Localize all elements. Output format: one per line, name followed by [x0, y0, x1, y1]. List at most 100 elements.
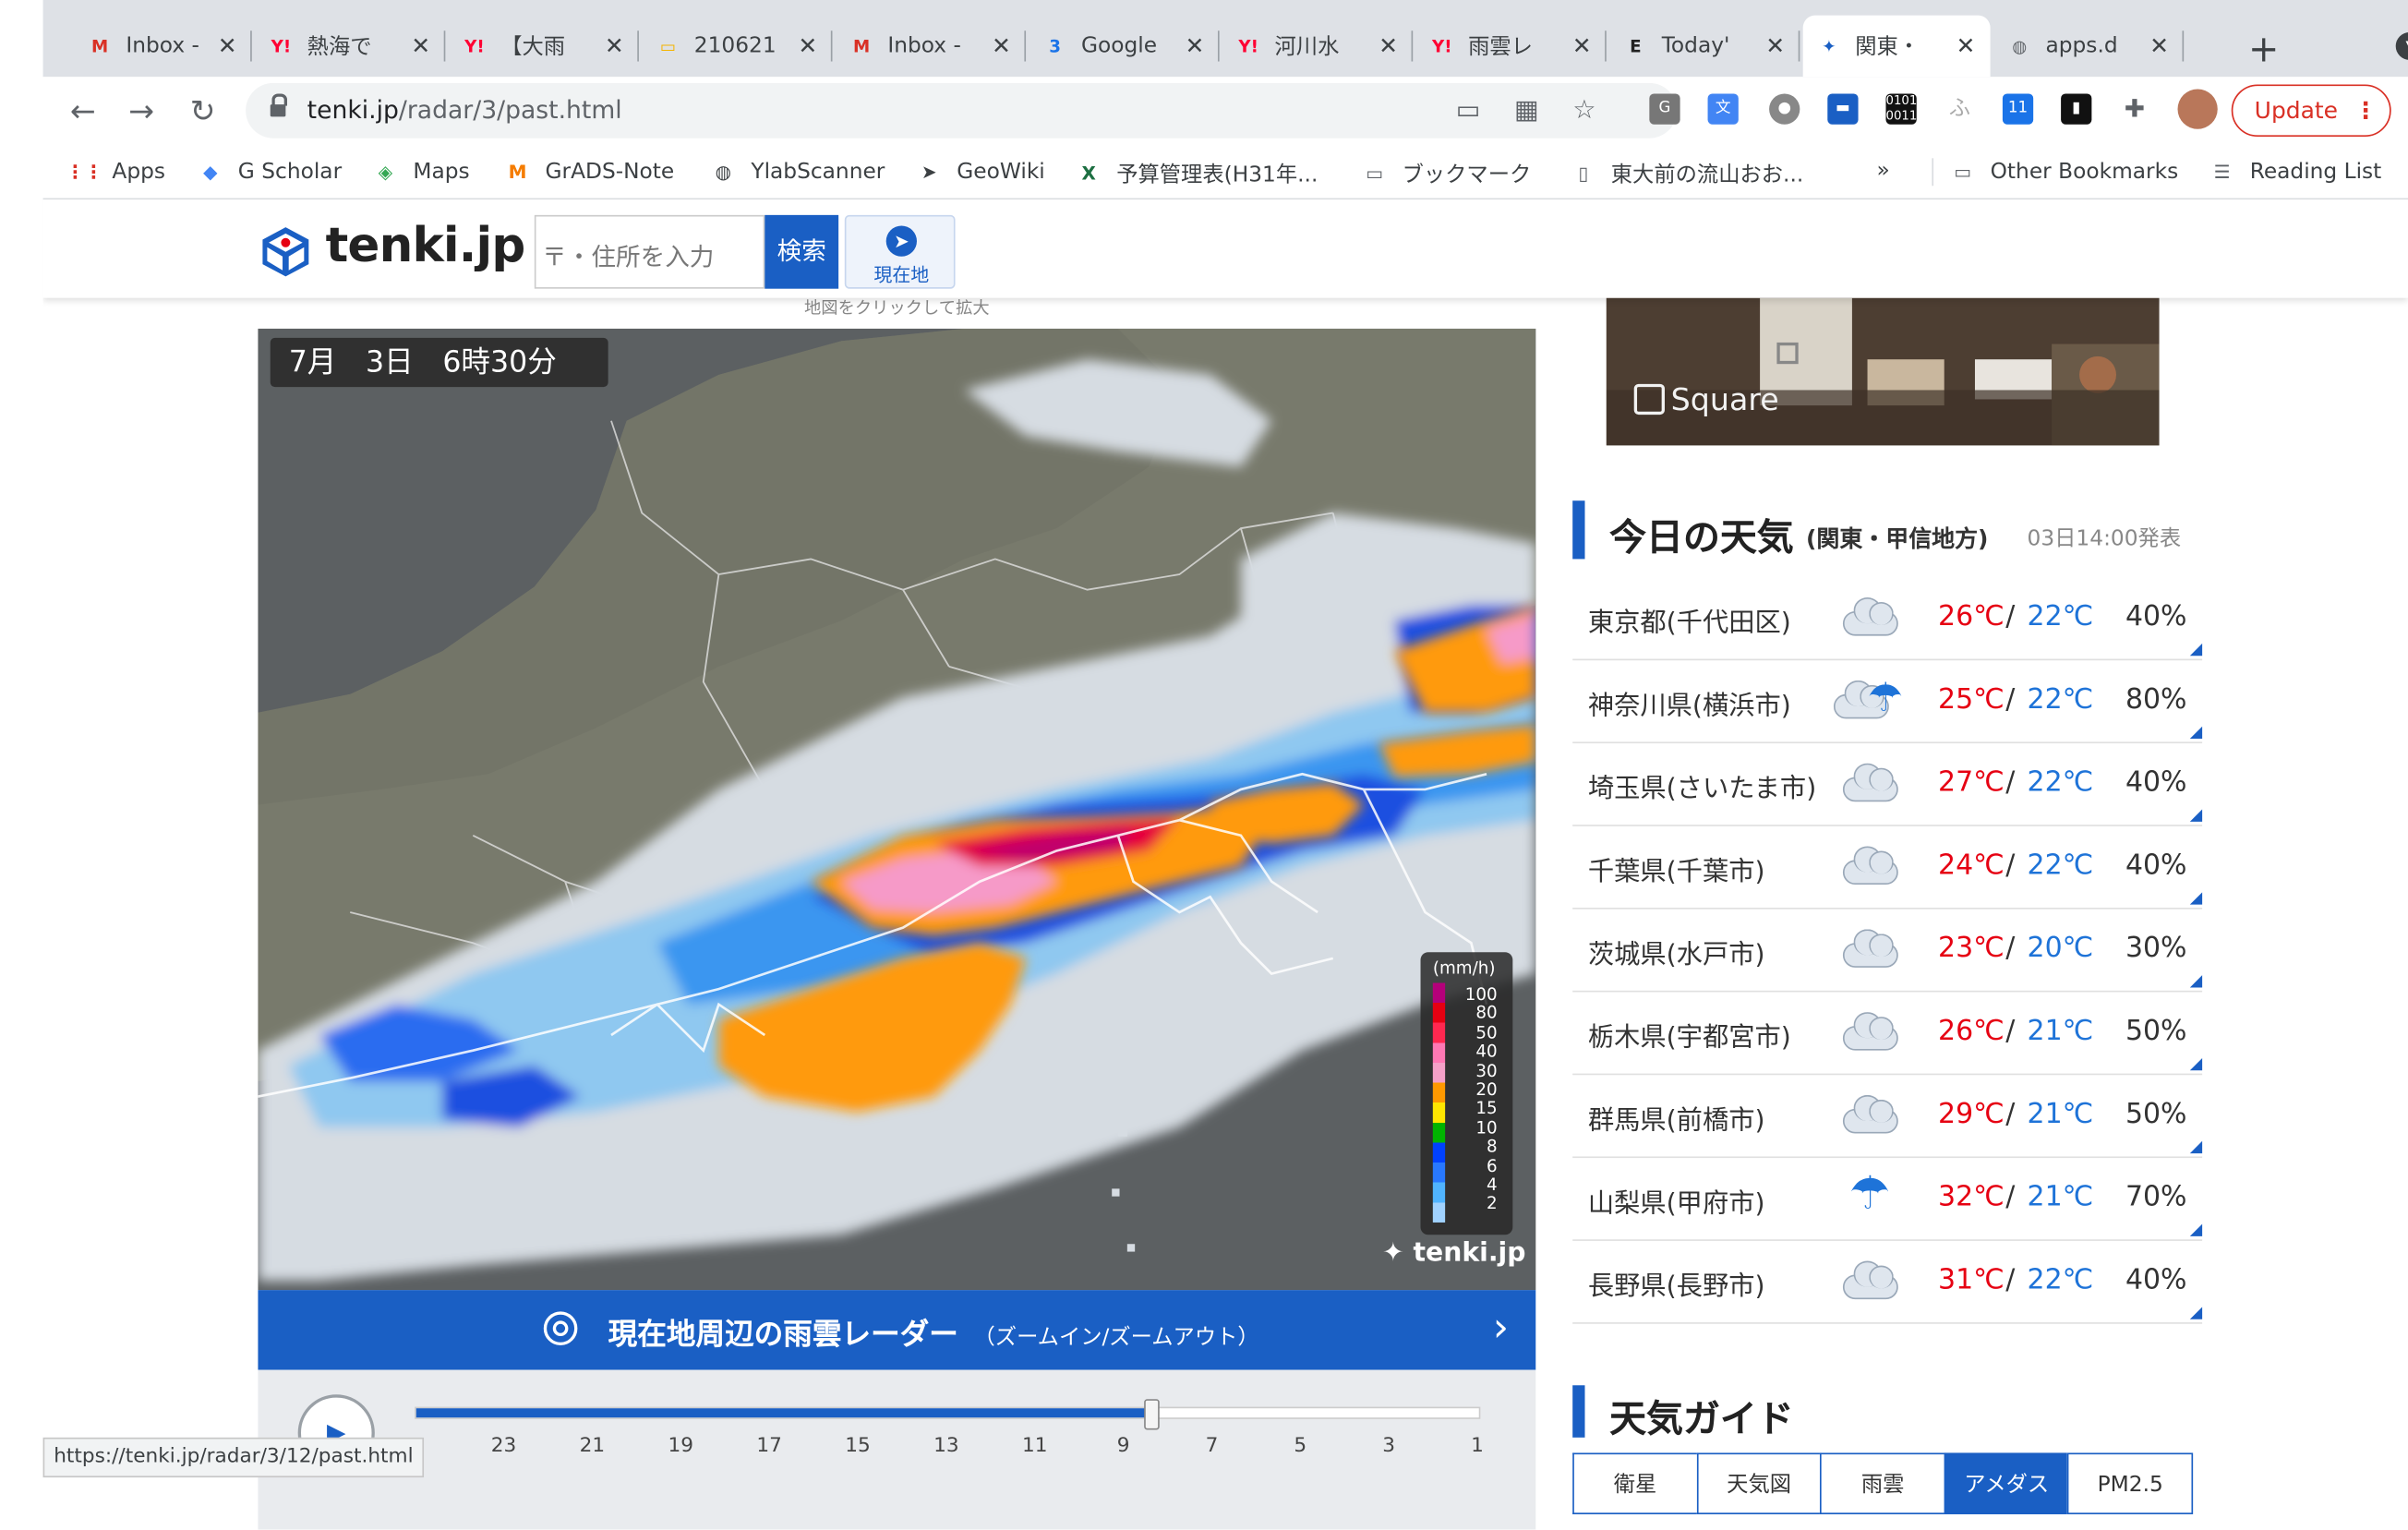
- close-tab-icon[interactable]: ✕: [215, 32, 240, 60]
- low-temp: 21℃: [2027, 1181, 2094, 1213]
- ad-image: [1606, 297, 2160, 446]
- tab-7[interactable]: Y! 雨雲レ ✕: [1416, 16, 1607, 78]
- furigana-extension-icon[interactable]: ふ: [1944, 93, 1975, 125]
- weather-row[interactable]: 神奈川県(横浜市) ☂ 25℃/ 22℃ 80%: [1572, 660, 2203, 744]
- timeline-progress: [415, 1408, 1152, 1418]
- tab-9[interactable]: ✦ 関東・ ✕: [1802, 15, 1991, 78]
- tab-8[interactable]: E Today' ✕: [1609, 16, 1800, 78]
- weather-row[interactable]: 栃木県(宇都宮市) 26℃/ 21℃ 50%: [1572, 992, 2203, 1076]
- temp-separator: /: [2005, 683, 2016, 717]
- bookmark-item[interactable]: X 予算管理表(H31年...: [1075, 158, 1318, 188]
- prefecture-name[interactable]: 埼玉県(さいたま市): [1588, 766, 1816, 804]
- tab-10[interactable]: ◍ apps.d ✕: [1993, 16, 2185, 78]
- guide-tab[interactable]: アメダス: [1944, 1452, 2068, 1514]
- timeline-slider-thumb[interactable]: [1143, 1399, 1160, 1430]
- low-temp: 21℃: [2027, 1098, 2094, 1131]
- close-tab-icon[interactable]: ✕: [602, 32, 627, 60]
- address-bar[interactable]: tenki.jp/radar/3/past.html ▭ ▦ ☆: [246, 82, 1678, 139]
- window-extension-icon[interactable]: ▬: [1827, 93, 1859, 125]
- circle-extension-icon[interactable]: ●: [1769, 93, 1800, 125]
- guide-tab[interactable]: 天気図: [1696, 1452, 1821, 1514]
- translate-extension-icon[interactable]: 文: [1707, 93, 1739, 125]
- extensions-puzzle-icon[interactable]: ✚: [2119, 93, 2150, 125]
- timeline-slider[interactable]: [415, 1399, 1481, 1430]
- bookmark-item[interactable]: ◆ G Scholar: [197, 158, 342, 186]
- weather-row[interactable]: 茨城県(水戸市) 23℃/ 20℃ 30%: [1572, 910, 2203, 993]
- tab-5[interactable]: 3 Google ✕: [1029, 16, 1220, 78]
- site-logo[interactable]: tenki.jp: [326, 218, 526, 273]
- forward-icon[interactable]: →: [123, 92, 160, 129]
- weather-row[interactable]: 千葉県(千葉市) 24℃/ 22℃ 40%: [1572, 826, 2203, 910]
- prefecture-name[interactable]: 山梨県(甲府市): [1588, 1181, 1765, 1219]
- bookmark-item[interactable]: ◈ Maps: [372, 158, 470, 186]
- lock-icon[interactable]: [270, 93, 288, 120]
- tab-3[interactable]: ▭ 210621 ✕: [642, 16, 833, 78]
- tenki-logo-icon[interactable]: [258, 224, 313, 280]
- prefecture-name[interactable]: 群馬県(前橋市): [1588, 1098, 1765, 1137]
- prefecture-name[interactable]: 栃木県(宇都宮市): [1588, 1015, 1791, 1054]
- bookmark-item[interactable]: ⋮⋮ Apps: [66, 158, 166, 186]
- binary-extension-icon[interactable]: 0101 0011: [1885, 93, 1917, 125]
- prefecture-name[interactable]: 長野県(長野市): [1588, 1264, 1765, 1302]
- square-ad[interactable]: Square: [1606, 297, 2160, 446]
- tab-2[interactable]: Y! 【大雨 ✕: [449, 16, 639, 78]
- temp-separator: /: [2005, 849, 2016, 882]
- bookmark-item[interactable]: ➤ GeoWiki: [915, 158, 1045, 186]
- tab-search-icon[interactable]: ▾: [2395, 31, 2408, 60]
- close-tab-icon[interactable]: ✕: [408, 32, 433, 60]
- weather-row[interactable]: 群馬県(前橋市) 29℃/ 21℃ 50%: [1572, 1075, 2203, 1159]
- more-bookmarks-button[interactable]: »: [1877, 158, 1890, 183]
- reading-list-button[interactable]: ☰ Reading List: [2209, 158, 2382, 186]
- close-tab-icon[interactable]: ✕: [796, 32, 821, 60]
- bookmark-item[interactable]: M GrADS-Note: [504, 158, 675, 186]
- close-tab-icon[interactable]: ✕: [1183, 32, 1208, 60]
- calendar-extension-icon[interactable]: 11: [2002, 93, 2034, 125]
- cast-icon[interactable]: ▭: [1456, 95, 1481, 126]
- prefecture-name[interactable]: 千葉県(千葉市): [1588, 849, 1765, 887]
- reload-icon[interactable]: ↻: [185, 92, 222, 129]
- cloudy-icon: [1834, 841, 1910, 890]
- radar-map[interactable]: 7月 3日 6時30分 (mm/h) 100 80 50 40 30 20 15 10 8 6 4 2…: [258, 328, 1536, 1291]
- close-tab-icon[interactable]: ✕: [1954, 32, 1979, 60]
- current-location-button[interactable]: ➤ 現在地: [844, 214, 956, 289]
- new-tab-button[interactable]: +: [2248, 28, 2279, 71]
- close-tab-icon[interactable]: ✕: [1376, 32, 1401, 60]
- prefecture-name[interactable]: 神奈川県(横浜市): [1588, 683, 1791, 721]
- bookmark-item[interactable]: ▭ ブックマーク: [1361, 158, 1531, 188]
- profile-avatar[interactable]: [2177, 89, 2218, 129]
- bookmark-item[interactable]: ◍ YlabScanner: [709, 158, 885, 186]
- close-tab-icon[interactable]: ✕: [1763, 32, 1788, 60]
- prefecture-name[interactable]: 東京都(千代田区): [1588, 600, 1791, 639]
- tab-1[interactable]: Y! 熱海で ✕: [255, 16, 446, 78]
- low-temp: 22℃: [2027, 1263, 2094, 1296]
- guide-tab[interactable]: 衛星: [1572, 1452, 1697, 1514]
- close-tab-icon[interactable]: ✕: [1570, 32, 1595, 60]
- address-search-input[interactable]: 〒・住所を入力: [534, 214, 765, 289]
- tab-6[interactable]: Y! 河川水 ✕: [1222, 16, 1414, 78]
- guide-tab[interactable]: 雨雲: [1820, 1452, 1944, 1514]
- search-button[interactable]: 検索: [765, 214, 839, 289]
- prefecture-name[interactable]: 茨城県(水戸市): [1588, 933, 1765, 970]
- tab-4[interactable]: M Inbox - ✕: [836, 16, 1027, 78]
- close-tab-icon[interactable]: ✕: [2147, 32, 2172, 60]
- other-bookmarks-folder[interactable]: ▭ Other Bookmarks: [1932, 158, 2178, 187]
- weather-row[interactable]: 長野県(長野市) 31℃/ 22℃ 40%: [1572, 1241, 2203, 1324]
- timeline-hour-label: 7: [1205, 1434, 1219, 1458]
- qr-code-icon[interactable]: ▦: [1514, 95, 1539, 126]
- guide-tab[interactable]: PM2.5: [2067, 1452, 2194, 1514]
- update-button[interactable]: Update ⋮: [2231, 84, 2391, 138]
- bookmark-extension-icon[interactable]: ▮: [2061, 93, 2092, 125]
- nearby-radar-link[interactable]: 現在地周辺の雨雲レーダー （ズームイン/ズームアウト） ›: [258, 1290, 1536, 1370]
- url-text[interactable]: tenki.jp/radar/3/past.html: [307, 95, 622, 125]
- weather-row[interactable]: 山梨県(甲府市) ☂ 32℃/ 21℃ 70%: [1572, 1158, 2203, 1241]
- close-tab-icon[interactable]: ✕: [989, 32, 1014, 60]
- back-icon[interactable]: ←: [65, 92, 102, 129]
- bookmark-item[interactable]: ▯ 東大前の流山おお...: [1570, 158, 1803, 188]
- weather-row[interactable]: 埼玉県(さいたま市) 27℃/ 22℃ 40%: [1572, 743, 2203, 826]
- grammarly-extension-icon[interactable]: G: [1649, 93, 1680, 125]
- weather-row[interactable]: 東京都(千代田区) 26℃/ 22℃ 40%: [1572, 577, 2203, 661]
- radar-timestamp: 7月 3日 6時30分: [270, 337, 608, 388]
- tab-0[interactable]: M Inbox - ✕: [74, 16, 252, 78]
- grads-icon: M: [508, 161, 527, 183]
- bookmark-star-icon[interactable]: ☆: [1572, 95, 1595, 126]
